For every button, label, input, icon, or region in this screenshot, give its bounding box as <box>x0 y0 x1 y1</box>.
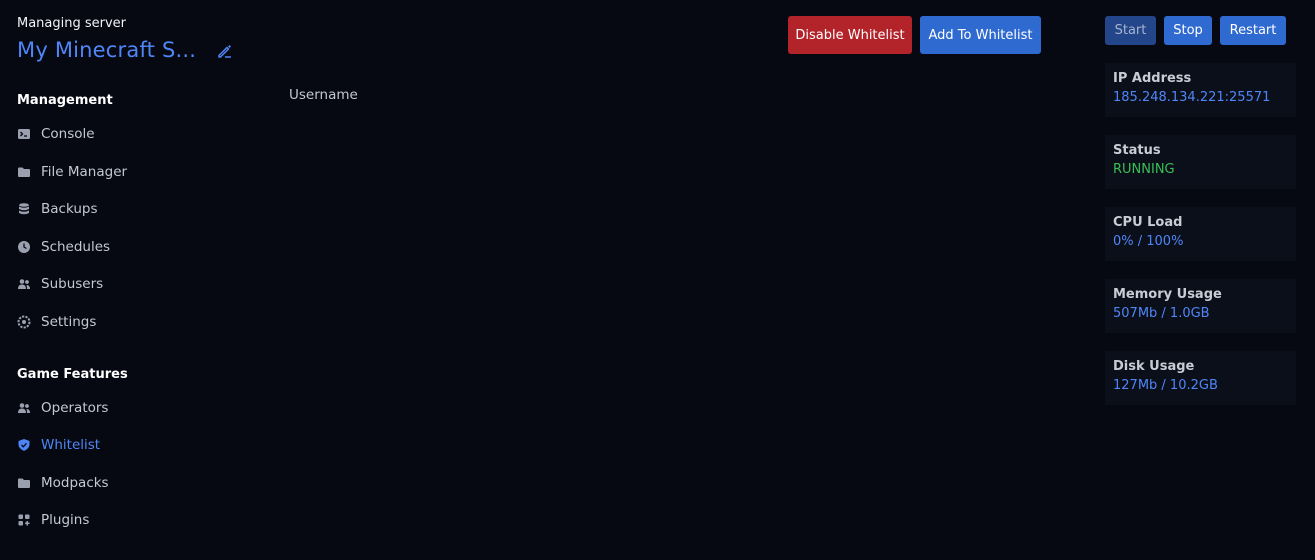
folder-icon <box>17 476 31 490</box>
start-button[interactable]: Start <box>1105 16 1156 45</box>
memory-usage-value: 507Mb / 1.0GB <box>1113 306 1210 321</box>
database-icon <box>17 202 31 216</box>
sidebar-item-console[interactable]: Console <box>17 124 95 144</box>
sidebar-item-label: Plugins <box>41 512 90 528</box>
sidebar-item-label: Settings <box>41 314 97 330</box>
add-to-whitelist-button[interactable]: Add To Whitelist <box>920 16 1041 54</box>
managing-server-label: Managing server <box>17 16 127 31</box>
game-features-section-title: Game Features <box>17 367 128 382</box>
card-label: Status <box>1113 143 1161 158</box>
sidebar-item-whitelist[interactable]: Whitelist <box>17 435 100 455</box>
sidebar-item-settings[interactable]: Settings <box>17 312 96 332</box>
sidebar-item-label: Console <box>41 126 95 142</box>
sidebar-item-file-manager[interactable]: File Manager <box>17 162 127 182</box>
cpu-load-value: 0% / 100% <box>1113 234 1184 249</box>
sidebar-item-plugins[interactable]: Plugins <box>17 510 89 530</box>
sidebar-item-subusers[interactable]: Subusers <box>17 274 103 294</box>
gear-icon <box>17 315 31 329</box>
ip-address-card: IP Address 185.248.134.221:25571 <box>1105 63 1296 117</box>
memory-usage-card: Memory Usage 507Mb / 1.0GB <box>1105 279 1296 333</box>
ip-address-value: 185.248.134.221:25571 <box>1113 90 1271 105</box>
card-label: Disk Usage <box>1113 359 1195 374</box>
card-label: CPU Load <box>1113 215 1183 230</box>
cpu-load-card: CPU Load 0% / 100% <box>1105 207 1296 261</box>
card-label: IP Address <box>1113 71 1192 86</box>
folder-icon <box>17 165 31 179</box>
clock-icon <box>17 240 31 254</box>
users-icon <box>17 401 31 415</box>
puzzle-icon <box>17 513 31 527</box>
sidebar-item-label: File Manager <box>41 164 128 180</box>
sidebar-item-modpacks[interactable]: Modpacks <box>17 473 109 493</box>
disk-usage-card: Disk Usage 127Mb / 10.2GB <box>1105 351 1296 405</box>
shield-icon <box>17 438 31 452</box>
sidebar-item-operators[interactable]: Operators <box>17 398 108 418</box>
stop-button[interactable]: Stop <box>1164 16 1212 45</box>
status-value: RUNNING <box>1113 162 1175 177</box>
edit-icon[interactable] <box>217 43 233 59</box>
card-label: Memory Usage <box>1113 287 1222 302</box>
terminal-icon <box>17 127 31 141</box>
username-column-header: Username <box>289 87 358 103</box>
sidebar-item-backups[interactable]: Backups <box>17 199 98 219</box>
sidebar-item-label: Backups <box>41 201 98 217</box>
server-whitelist-page: Managing server My Minecraft S... Manage… <box>0 0 1315 560</box>
sidebar-item-label: Modpacks <box>41 475 109 491</box>
server-title-row: My Minecraft S... <box>17 38 233 62</box>
server-name: My Minecraft S... <box>17 38 197 62</box>
sidebar-item-label: Subusers <box>41 276 104 292</box>
sidebar-item-label: Schedules <box>41 239 111 255</box>
disable-whitelist-button[interactable]: Disable Whitelist <box>788 16 912 54</box>
sidebar-item-schedules[interactable]: Schedules <box>17 237 110 257</box>
status-card: Status RUNNING <box>1105 135 1296 189</box>
sidebar-item-label: Operators <box>41 400 109 416</box>
management-section-title: Management <box>17 93 113 108</box>
disk-usage-value: 127Mb / 10.2GB <box>1113 378 1218 393</box>
sidebar-item-label: Whitelist <box>41 437 101 453</box>
users-icon <box>17 277 31 291</box>
restart-button[interactable]: Restart <box>1220 16 1286 45</box>
